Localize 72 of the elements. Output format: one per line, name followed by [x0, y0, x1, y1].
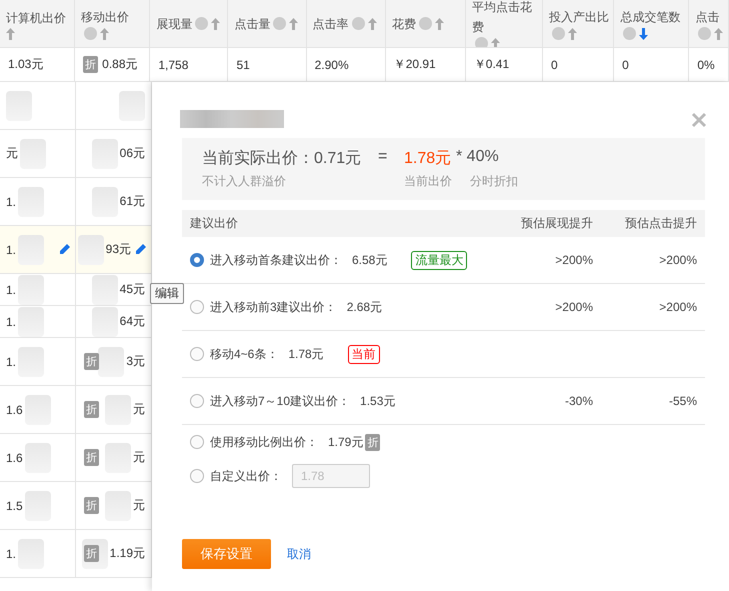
- table-cell: 1,758: [158, 58, 188, 72]
- table-cell: 元: [133, 401, 145, 418]
- impressions-lift: >200%: [554, 253, 593, 267]
- note-text: 分时折扣: [469, 173, 519, 190]
- option-label[interactable]: 使用移动比例出价：: [210, 434, 318, 450]
- clicks-lift: -55%: [668, 394, 697, 408]
- table-cell: 3元: [126, 353, 145, 370]
- note-text: 不计入人群溢价: [202, 173, 287, 190]
- table-cell: 1.: [6, 546, 16, 560]
- discount-tag: 折: [84, 545, 99, 562]
- table-cell: 61元: [120, 193, 145, 210]
- column-header: 预估展现提升: [520, 215, 593, 232]
- table-cell: 0.88元: [102, 56, 138, 73]
- table-cell: 1.19元: [110, 545, 145, 562]
- option-label[interactable]: 进入移动首条建议出价：: [210, 252, 342, 268]
- table-cell: 1.: [6, 314, 16, 328]
- clicks-lift: >200%: [658, 253, 697, 267]
- table-cell: 51: [236, 58, 250, 72]
- option-label[interactable]: 进入移动7～10建议出价：: [210, 392, 350, 410]
- actual-bid: 当前实际出价：0.71元: [202, 148, 362, 169]
- discount-tag: 折: [84, 401, 99, 418]
- impressions-lift: -30%: [564, 394, 593, 408]
- option-price: 1.79元: [328, 434, 364, 450]
- option-label[interactable]: 移动4~6条：: [210, 346, 278, 362]
- table-cell: 1.6: [6, 402, 23, 416]
- option-price: 1.53元: [360, 392, 396, 410]
- table-cell: 1.: [6, 242, 16, 256]
- option-label[interactable]: 自定义出价：: [210, 468, 282, 484]
- table-cell: 93元: [106, 241, 131, 258]
- option-price: 6.58元: [352, 252, 388, 268]
- table-cell: 06元: [120, 145, 145, 162]
- table-cell: 1.5: [6, 498, 23, 512]
- table-cell: 1.: [6, 282, 16, 296]
- column-header: 预估点击提升: [624, 215, 697, 232]
- table-cell: ￥0.41: [474, 56, 510, 73]
- discount-tag: 折: [84, 449, 99, 466]
- cancel-link[interactable]: 取消: [287, 546, 311, 562]
- table-cell: 2.90%: [314, 58, 349, 72]
- table-cell: 1.: [6, 354, 16, 368]
- option-price: 2.68元: [346, 298, 382, 316]
- discount-tag: 折: [365, 434, 380, 450]
- discount-factor: * 40%: [456, 148, 500, 167]
- table-cell: 1.03元: [8, 56, 44, 73]
- table-cell: 1.6: [6, 450, 23, 464]
- discount-tag: 折: [83, 56, 98, 73]
- equals-sign: =: [378, 148, 388, 167]
- table-cell: ￥20.91: [394, 56, 436, 73]
- note-text: 当前出价: [404, 173, 453, 190]
- table-cell: 64元: [120, 313, 145, 330]
- column-header: 建议出价: [190, 215, 239, 232]
- impressions-lift: >200%: [554, 300, 593, 314]
- option-tag: 当前: [348, 344, 380, 364]
- option-tag: 流量最大: [411, 250, 468, 270]
- column-header[interactable]: 展现量: [156, 14, 192, 34]
- discount-tag: 折: [84, 497, 99, 514]
- option-price: 1.78元: [288, 346, 324, 362]
- table-cell: 0: [550, 58, 558, 72]
- table-cell: 45元: [120, 281, 145, 298]
- discount-tag: 折: [84, 353, 99, 370]
- clicks-lift: >200%: [658, 300, 697, 314]
- table-cell: 元: [133, 449, 145, 466]
- table-cell: 元: [6, 145, 18, 162]
- current-bid: 1.78元: [404, 149, 452, 169]
- column-header[interactable]: 点击量: [234, 14, 270, 34]
- table-cell: 1.: [6, 194, 16, 208]
- table-cell: 元: [133, 497, 145, 514]
- option-label[interactable]: 进入移动前3建议出价：: [210, 298, 337, 316]
- column-header[interactable]: 点击率: [312, 14, 349, 34]
- column-header[interactable]: 花费: [392, 14, 416, 34]
- table-cell: 0%: [697, 58, 715, 72]
- table-cell: 0: [622, 58, 629, 72]
- tooltip: 编辑: [150, 283, 184, 304]
